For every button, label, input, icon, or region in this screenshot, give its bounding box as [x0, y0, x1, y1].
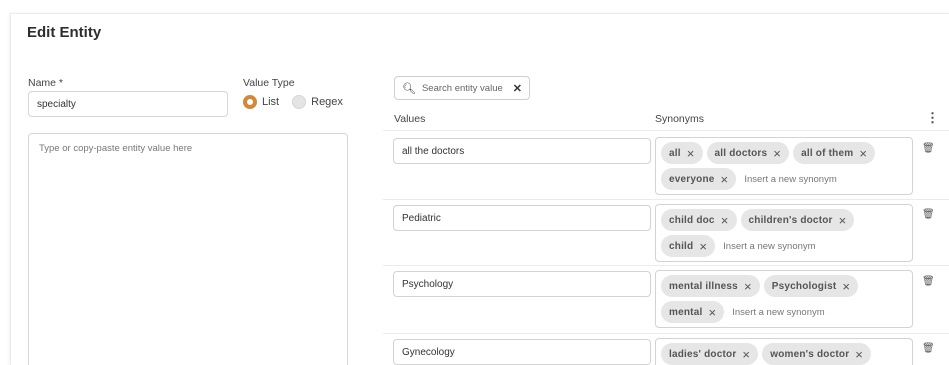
search-icon: 🔍︎	[402, 82, 416, 95]
name-label: Name *	[28, 77, 64, 89]
new-synonym-input[interactable]: Insert a new synonym	[740, 168, 840, 190]
remove-synonym-icon[interactable]: ×	[742, 348, 750, 361]
entity-value-input[interactable]: Gynecology	[393, 339, 651, 365]
synonyms-box: mental illness × Psychologist × mental × In…	[655, 270, 913, 328]
synonym-chip: all ×	[661, 142, 703, 164]
radio-list-label[interactable]: List	[262, 96, 279, 108]
synonym-chip: women's doctor ×	[762, 343, 872, 365]
value-type-radio-group: List Regex	[243, 95, 343, 109]
radio-regex-label[interactable]: Regex	[311, 96, 343, 108]
new-synonym-input[interactable]: Insert a new synonym	[719, 235, 819, 257]
synonym-chip: Psychologist ×	[763, 275, 859, 297]
value-type-label: Value Type	[243, 77, 295, 89]
search-placeholder: Search entity value	[421, 82, 503, 94]
delete-row-icon[interactable]: 🗑	[922, 343, 935, 354]
synonym-chip: mental illness ×	[661, 275, 760, 297]
remove-synonym-icon[interactable]: ×	[721, 214, 729, 227]
entity-value-input[interactable]: all the doctors	[393, 138, 651, 164]
divider	[383, 333, 949, 334]
entity-value-input[interactable]: Psychology	[393, 271, 651, 297]
synonyms-box: ladies' doctor × women's doctor ×	[655, 338, 913, 365]
remove-synonym-icon[interactable]: ×	[721, 173, 729, 186]
synonym-chip: child doc ×	[661, 209, 737, 231]
remove-synonym-icon[interactable]: ×	[855, 348, 863, 361]
synonym-chip: all doctors ×	[706, 142, 790, 164]
divider	[383, 199, 949, 200]
radio-regex[interactable]	[292, 95, 307, 109]
synonym-chip: everyone ×	[661, 168, 737, 190]
remove-synonym-icon[interactable]: ×	[744, 280, 752, 293]
radio-list[interactable]	[243, 95, 257, 109]
remove-synonym-icon[interactable]: ×	[708, 306, 716, 319]
remove-synonym-icon[interactable]: ×	[842, 280, 850, 293]
clear-search-icon[interactable]: ✕	[513, 82, 522, 95]
delete-row-icon[interactable]: 🗑	[922, 209, 935, 220]
new-synonym-input[interactable]: Insert a new synonym	[728, 301, 828, 323]
delete-row-icon[interactable]: 🗑	[922, 276, 935, 287]
synonyms-column-header: Synonyms	[655, 113, 705, 125]
synonym-chip: mental ×	[661, 301, 725, 323]
remove-synonym-icon[interactable]: ×	[773, 147, 781, 160]
synonym-chip: children's doctor ×	[740, 209, 855, 231]
synonym-chip: all of them ×	[793, 142, 876, 164]
search-entity-value[interactable]: 🔍︎ Search entity value ✕	[394, 76, 530, 100]
more-options-icon[interactable]: ⋮	[926, 110, 939, 126]
values-column-header: Values	[394, 113, 426, 125]
entity-values-textarea[interactable]: Type or copy-paste entity value here	[28, 133, 348, 365]
name-input[interactable]: specialty	[28, 91, 228, 117]
divider	[383, 265, 949, 266]
remove-synonym-icon[interactable]: ×	[687, 147, 695, 160]
delete-row-icon[interactable]: 🗑	[922, 143, 935, 154]
remove-synonym-icon[interactable]: ×	[859, 147, 867, 160]
divider	[383, 130, 949, 131]
remove-synonym-icon[interactable]: ×	[699, 240, 707, 253]
synonym-chip: ladies' doctor ×	[661, 343, 759, 365]
synonyms-box: child doc × children's doctor × child × Ins…	[655, 204, 913, 262]
synonym-chip: child ×	[661, 235, 716, 257]
page-title: Edit Entity	[27, 24, 102, 41]
synonyms-box: all × all doctors × all of them × everyone ×…	[655, 137, 913, 195]
remove-synonym-icon[interactable]: ×	[839, 214, 847, 227]
entity-value-input[interactable]: Pediatric	[393, 205, 651, 231]
